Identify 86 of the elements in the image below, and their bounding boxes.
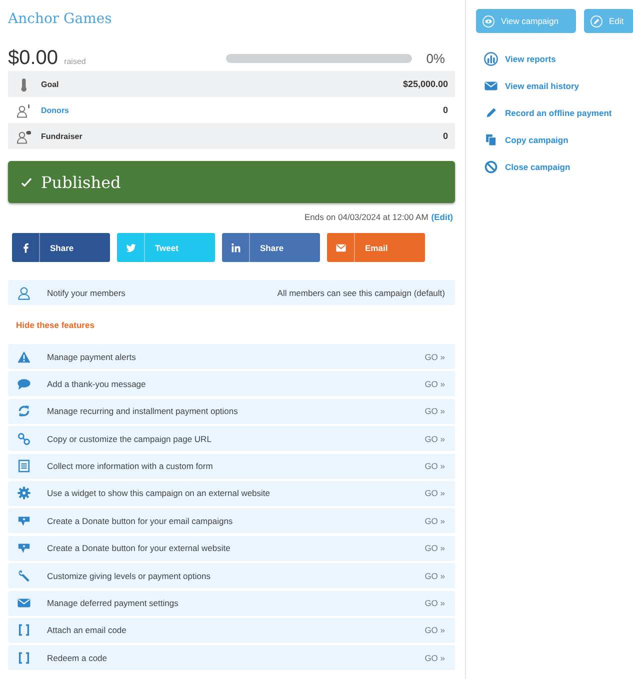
brackets-icon [17,650,31,665]
share-button[interactable]: Share [12,233,110,262]
feature-label: Create a Donate button for your external website [47,543,232,554]
brackets-icon [17,623,31,638]
link-icon [17,432,31,446]
action-link[interactable]: Copy campaign [484,126,633,153]
refresh-icon [17,404,31,418]
gear-icon [17,486,31,500]
no-entry-icon [484,160,498,174]
check-icon [20,176,33,188]
document-icon [17,459,31,474]
header-button[interactable]: View campaign [476,9,576,33]
go-link[interactable]: GO » [424,461,445,472]
linkedin-icon [230,242,242,254]
feature-label: Use a widget to show this campaign on an external website [47,488,272,498]
feature-label: Create a Donate button for your email campaigns [47,516,234,526]
go-link[interactable]: GO » [424,570,445,581]
feature-label: Attach an email code [47,625,128,636]
go-link[interactable]: GO » [424,434,445,444]
feature-row[interactable]: Collect more information with a custom form GO » [8,454,455,479]
feature-label: Customize giving levels or payment options [47,570,212,581]
feature-label: Add a thank-you message [47,378,147,389]
end-date: Ends on 04/03/2024 at 12:00 AM [304,212,428,222]
stat-value: 0 [442,105,448,115]
feature-row[interactable]: Manage deferred payment settings GO » [8,590,455,616]
feature-row[interactable]: Manage payment alerts GO » [8,344,455,369]
stat-value: 0 [442,131,448,141]
go-link[interactable]: GO » [424,378,445,389]
go-link[interactable]: GO » [424,488,445,498]
person-icon [16,102,31,118]
feature-row[interactable]: Create a Donate button for your external website GO » [8,536,455,561]
hide-features-link[interactable]: Hide these features [16,320,455,330]
person-icon [16,128,31,144]
pencil-icon [590,14,603,28]
go-link[interactable]: GO » [424,652,445,663]
pencil-icon [484,106,498,120]
wrench-icon [17,568,31,583]
visibility-text: All members can see this campaign (default) [277,288,445,298]
go-link[interactable]: GO » [424,543,445,554]
donors-link[interactable]: Donors [41,106,443,114]
action-link[interactable]: Close campaign [484,153,633,180]
action-link[interactable]: Record an offline payment [484,99,633,126]
envelope-icon [334,242,346,254]
stat-value: $25,000.00 [402,79,448,89]
feature-row[interactable]: Add a thank-you message GO » [8,371,455,396]
edit-link[interactable]: (Edit) [431,212,453,222]
raised-label: raised [64,56,86,66]
go-link[interactable]: GO » [424,406,445,416]
progress-percent: 0% [426,50,445,66]
bar-chart-icon [484,52,498,66]
stat-label: Fundraiser [41,132,84,140]
bird-icon [124,242,136,254]
raised-amount: $0.00 [8,46,58,70]
action-link[interactable]: View reports [484,45,633,72]
header-button[interactable]: Edit [584,9,633,33]
feature-row[interactable]: Manage recurring and installment payment options GO » [8,398,455,424]
go-link[interactable]: GO » [424,352,445,362]
action-link[interactable]: View email history [484,72,633,99]
person-icon [17,286,31,300]
feature-label: Manage recurring and installment payment options [47,406,239,416]
speech-bubble-icon [17,376,31,391]
notify-label: Notify your members [47,288,126,298]
campaign-title: Anchor Games [8,11,113,27]
share-button[interactable]: Email [327,233,425,262]
feature-label: Collect more information with a custom form [47,461,214,472]
status-text: Published [41,172,121,192]
stat-label: Goal [41,80,60,88]
feature-row[interactable]: Customize giving levels or payment options GO » [8,563,455,588]
eye-icon [482,14,495,28]
feature-label: Manage payment alerts [47,352,137,362]
feature-row[interactable]: Redeem a code GO » [8,645,455,670]
feature-label: Copy or customize the campaign page URL [47,434,212,444]
go-link[interactable]: GO » [424,598,445,608]
feature-label: Manage deferred payment settings [47,598,180,608]
feature-row[interactable]: Create a Donate button for your email campaigns GO » [8,508,455,534]
feature-row[interactable]: Copy or customize the campaign page URL GO » [8,426,455,452]
go-link[interactable]: GO » [424,625,445,636]
warning-icon [17,350,31,364]
hand-heart-icon [17,541,31,556]
copy-icon [484,132,498,146]
go-link[interactable]: GO » [424,516,445,526]
share-button[interactable]: Share [222,233,320,262]
feature-row[interactable]: Use a widget to show this campaign on an external website GO » [8,480,455,506]
notify-row[interactable]: Notify your members All members can see this campaign (default) [8,280,455,305]
feature-label: Redeem a code [47,652,108,663]
feature-row[interactable]: Attach an email code GO » [8,618,455,643]
